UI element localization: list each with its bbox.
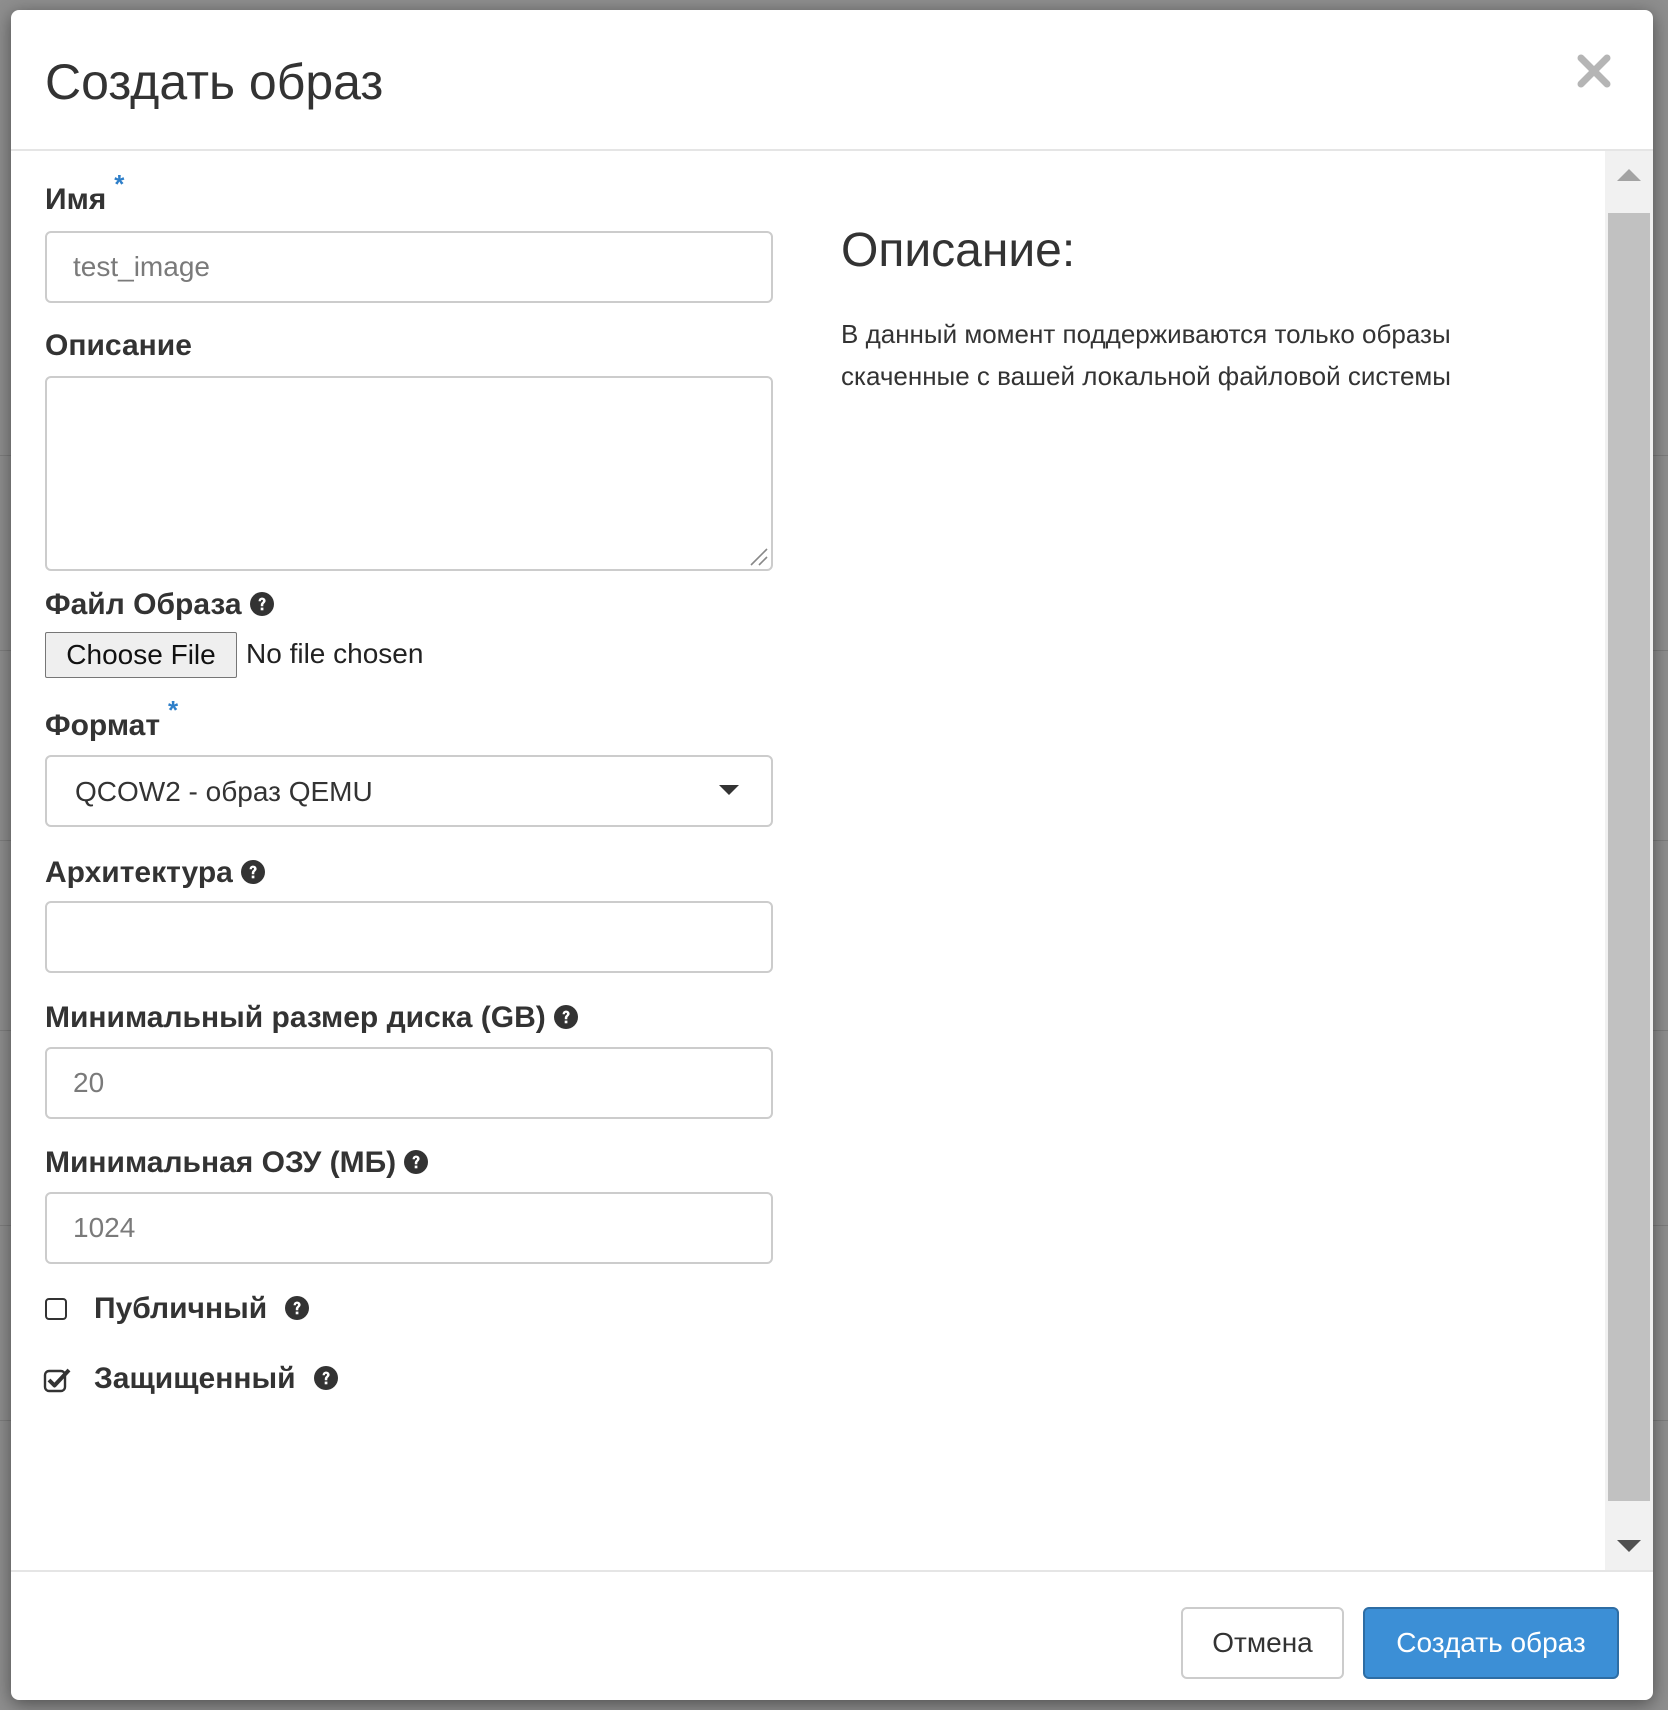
name-label: Имя * <box>45 169 125 216</box>
modal-body: Имя* Описание Файл Образа Choose File No… <box>11 151 1605 1570</box>
choose-file-button[interactable]: Choose File <box>45 632 237 678</box>
architecture-label: Архитектура <box>45 856 265 890</box>
scroll-up-arrow-icon[interactable] <box>1605 151 1653 199</box>
format-selected-value: QCOW2 - образ QEMU <box>75 776 373 807</box>
question-circle-icon[interactable] <box>553 1005 578 1029</box>
min-disk-input[interactable] <box>45 1047 773 1119</box>
public-checkbox[interactable] <box>45 1298 67 1320</box>
modal-title: Создать образ <box>45 54 384 110</box>
question-circle-icon[interactable] <box>285 1296 310 1320</box>
min-ram-input[interactable] <box>45 1192 773 1264</box>
description-textarea[interactable] <box>45 376 773 571</box>
file-status-text: No file chosen <box>246 638 424 669</box>
public-label: Публичный <box>94 1292 310 1326</box>
create-image-modal: Создать образ Имя* Описание Файл Образа … <box>11 10 1653 1700</box>
min-disk-label: Минимальный размер диска (GB) <box>45 1001 578 1035</box>
check-square-icon[interactable] <box>43 1367 73 1395</box>
format-label: Формат * <box>45 695 179 742</box>
caret-down-icon <box>719 785 739 795</box>
modal-scrollbar[interactable] <box>1605 151 1653 1570</box>
min-ram-label: Минимальная ОЗУ (МБ) <box>45 1146 429 1180</box>
modal-footer: Отмена Создать образ <box>11 1570 1653 1700</box>
question-circle-icon[interactable] <box>249 592 274 616</box>
help-panel-text: В данный момент поддерживаются только об… <box>841 319 1451 391</box>
help-panel-heading: Описание: <box>841 224 1076 277</box>
scrollbar-thumb[interactable] <box>1608 213 1650 1501</box>
close-icon <box>1577 54 1611 88</box>
create-image-button[interactable]: Создать образ <box>1363 1607 1619 1679</box>
resize-grip-icon[interactable] <box>745 543 769 567</box>
architecture-input[interactable] <box>45 901 773 973</box>
image-file-label: Файл Образа <box>45 588 274 622</box>
format-select[interactable]: QCOW2 - образ QEMU <box>45 755 773 827</box>
required-indicator: * <box>114 169 125 199</box>
question-circle-icon[interactable] <box>240 860 265 884</box>
close-button[interactable] <box>1573 50 1615 92</box>
question-circle-icon[interactable] <box>404 1150 429 1174</box>
name-input[interactable] <box>45 231 773 303</box>
scroll-down-arrow-icon[interactable] <box>1605 1522 1653 1570</box>
question-circle-icon[interactable] <box>313 1366 338 1390</box>
description-label: Описание <box>45 329 192 362</box>
modal-header: Создать образ <box>11 10 1653 151</box>
cancel-button[interactable]: Отмена <box>1181 1607 1344 1679</box>
required-indicator: * <box>168 695 179 725</box>
protected-label: Защищенный <box>94 1362 338 1396</box>
